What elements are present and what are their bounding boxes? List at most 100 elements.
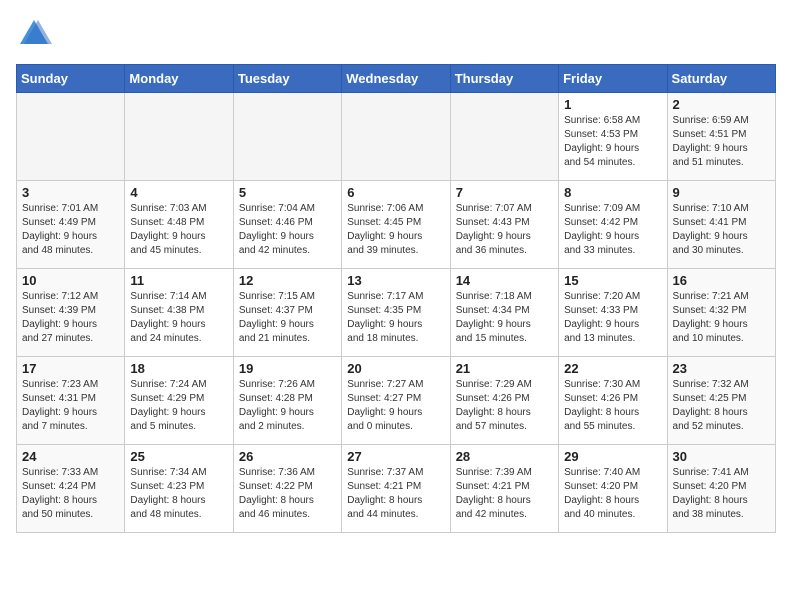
day-number: 12 — [239, 273, 336, 288]
calendar-cell: 22Sunrise: 7:30 AM Sunset: 4:26 PM Dayli… — [559, 357, 667, 445]
day-info: Sunrise: 7:15 AM Sunset: 4:37 PM Dayligh… — [239, 290, 336, 346]
day-info: Sunrise: 7:24 AM Sunset: 4:29 PM Dayligh… — [130, 378, 227, 434]
day-info: Sunrise: 7:18 AM Sunset: 4:34 PM Dayligh… — [456, 290, 553, 346]
day-info: Sunrise: 7:27 AM Sunset: 4:27 PM Dayligh… — [347, 378, 444, 434]
calendar-week-row: 24Sunrise: 7:33 AM Sunset: 4:24 PM Dayli… — [17, 445, 776, 533]
weekday-header-monday: Monday — [125, 65, 233, 93]
day-info: Sunrise: 7:04 AM Sunset: 4:46 PM Dayligh… — [239, 202, 336, 258]
day-info: Sunrise: 7:36 AM Sunset: 4:22 PM Dayligh… — [239, 466, 336, 522]
day-number: 16 — [673, 273, 770, 288]
day-number: 9 — [673, 185, 770, 200]
day-number: 17 — [22, 361, 119, 376]
calendar-cell: 15Sunrise: 7:20 AM Sunset: 4:33 PM Dayli… — [559, 269, 667, 357]
calendar-cell: 10 Sunrise: 7:12 AM Sunset: 4:39 PM Dayli… — [17, 269, 125, 357]
calendar-cell: 8 Sunrise: 7:09 AM Sunset: 4:42 PM Daylig… — [559, 181, 667, 269]
day-number: 29 — [564, 449, 661, 464]
calendar-cell: 9 Sunrise: 7:10 AM Sunset: 4:41 PM Daylig… — [667, 181, 775, 269]
day-number: 10 — [22, 273, 119, 288]
logo — [16, 16, 56, 52]
calendar-cell: 28 Sunrise: 7:39 AM Sunset: 4:21 PM Dayli… — [450, 445, 558, 533]
day-info: Sunrise: 7:01 AM Sunset: 4:49 PM Dayligh… — [22, 202, 119, 258]
calendar-cell: 4 Sunrise: 7:03 AM Sunset: 4:48 PM Daylig… — [125, 181, 233, 269]
weekday-header-thursday: Thursday — [450, 65, 558, 93]
calendar-cell: 2 Sunrise: 6:59 AM Sunset: 4:51 PM Daylig… — [667, 93, 775, 181]
day-number: 30 — [673, 449, 770, 464]
day-info: Sunrise: 7:07 AM Sunset: 4:43 PM Dayligh… — [456, 202, 553, 258]
day-info: Sunrise: 7:12 AM Sunset: 4:39 PM Dayligh… — [22, 290, 119, 346]
calendar-cell: 25 Sunrise: 7:34 AM Sunset: 4:23 PM Dayli… — [125, 445, 233, 533]
day-number: 4 — [130, 185, 227, 200]
calendar-header-row: SundayMondayTuesdayWednesdayThursdayFrid… — [17, 65, 776, 93]
day-info: Sunrise: 7:21 AM Sunset: 4:32 PM Dayligh… — [673, 290, 770, 346]
weekday-header-saturday: Saturday — [667, 65, 775, 93]
calendar-cell: 26 Sunrise: 7:36 AM Sunset: 4:22 PM Dayli… — [233, 445, 341, 533]
calendar-cell — [342, 93, 450, 181]
calendar-week-row: 1 Sunrise: 6:58 AM Sunset: 4:53 PM Daylig… — [17, 93, 776, 181]
day-info: Sunrise: 7:34 AM Sunset: 4:23 PM Dayligh… — [130, 466, 227, 522]
calendar-week-row: 3 Sunrise: 7:01 AM Sunset: 4:49 PM Daylig… — [17, 181, 776, 269]
day-info: Sunrise: 6:59 AM Sunset: 4:51 PM Dayligh… — [673, 114, 770, 170]
calendar-cell: 30 Sunrise: 7:41 AM Sunset: 4:20 PM Dayli… — [667, 445, 775, 533]
page-header — [16, 16, 776, 52]
calendar-cell: 19 Sunrise: 7:26 AM Sunset: 4:28 PM Dayli… — [233, 357, 341, 445]
day-info: Sunrise: 7:30 AM Sunset: 4:26 PM Dayligh… — [564, 378, 661, 434]
calendar-cell — [450, 93, 558, 181]
day-number: 19 — [239, 361, 336, 376]
calendar-cell: 3 Sunrise: 7:01 AM Sunset: 4:49 PM Daylig… — [17, 181, 125, 269]
day-info: Sunrise: 7:09 AM Sunset: 4:42 PM Dayligh… — [564, 202, 661, 258]
day-info: Sunrise: 7:06 AM Sunset: 4:45 PM Dayligh… — [347, 202, 444, 258]
calendar-table: SundayMondayTuesdayWednesdayThursdayFrid… — [16, 64, 776, 533]
calendar-cell: 29Sunrise: 7:40 AM Sunset: 4:20 PM Dayli… — [559, 445, 667, 533]
calendar-cell: 1 Sunrise: 6:58 AM Sunset: 4:53 PM Daylig… — [559, 93, 667, 181]
calendar-cell: 14Sunrise: 7:18 AM Sunset: 4:34 PM Dayli… — [450, 269, 558, 357]
day-info: Sunrise: 7:29 AM Sunset: 4:26 PM Dayligh… — [456, 378, 553, 434]
day-number: 26 — [239, 449, 336, 464]
day-info: Sunrise: 7:39 AM Sunset: 4:21 PM Dayligh… — [456, 466, 553, 522]
day-number: 24 — [22, 449, 119, 464]
calendar-cell: 17 Sunrise: 7:23 AM Sunset: 4:31 PM Dayli… — [17, 357, 125, 445]
day-info: Sunrise: 6:58 AM Sunset: 4:53 PM Dayligh… — [564, 114, 661, 170]
day-info: Sunrise: 7:41 AM Sunset: 4:20 PM Dayligh… — [673, 466, 770, 522]
calendar-cell: 18 Sunrise: 7:24 AM Sunset: 4:29 PM Dayli… — [125, 357, 233, 445]
calendar-cell: 6 Sunrise: 7:06 AM Sunset: 4:45 PM Daylig… — [342, 181, 450, 269]
day-info: Sunrise: 7:03 AM Sunset: 4:48 PM Dayligh… — [130, 202, 227, 258]
day-number: 2 — [673, 97, 770, 112]
weekday-header-sunday: Sunday — [17, 65, 125, 93]
day-number: 27 — [347, 449, 444, 464]
day-number: 13 — [347, 273, 444, 288]
calendar-cell: 23Sunrise: 7:32 AM Sunset: 4:25 PM Dayli… — [667, 357, 775, 445]
logo-icon — [16, 16, 52, 52]
day-info: Sunrise: 7:37 AM Sunset: 4:21 PM Dayligh… — [347, 466, 444, 522]
calendar-cell: 24Sunrise: 7:33 AM Sunset: 4:24 PM Dayli… — [17, 445, 125, 533]
day-number: 20 — [347, 361, 444, 376]
calendar-cell — [17, 93, 125, 181]
calendar-cell: 21 Sunrise: 7:29 AM Sunset: 4:26 PM Dayli… — [450, 357, 558, 445]
calendar-cell: 20 Sunrise: 7:27 AM Sunset: 4:27 PM Dayli… — [342, 357, 450, 445]
day-info: Sunrise: 7:23 AM Sunset: 4:31 PM Dayligh… — [22, 378, 119, 434]
calendar-cell: 5 Sunrise: 7:04 AM Sunset: 4:46 PM Daylig… — [233, 181, 341, 269]
day-number: 11 — [130, 273, 227, 288]
day-number: 18 — [130, 361, 227, 376]
day-info: Sunrise: 7:26 AM Sunset: 4:28 PM Dayligh… — [239, 378, 336, 434]
day-number: 1 — [564, 97, 661, 112]
day-number: 28 — [456, 449, 553, 464]
day-number: 25 — [130, 449, 227, 464]
weekday-header-wednesday: Wednesday — [342, 65, 450, 93]
calendar-cell — [125, 93, 233, 181]
calendar-cell: 7 Sunrise: 7:07 AM Sunset: 4:43 PM Daylig… — [450, 181, 558, 269]
calendar-cell: 13 Sunrise: 7:17 AM Sunset: 4:35 PM Dayli… — [342, 269, 450, 357]
calendar-cell: 27 Sunrise: 7:37 AM Sunset: 4:21 PM Dayli… — [342, 445, 450, 533]
day-number: 7 — [456, 185, 553, 200]
day-number: 3 — [22, 185, 119, 200]
day-number: 5 — [239, 185, 336, 200]
day-number: 6 — [347, 185, 444, 200]
day-info: Sunrise: 7:17 AM Sunset: 4:35 PM Dayligh… — [347, 290, 444, 346]
calendar-cell: 12 Sunrise: 7:15 AM Sunset: 4:37 PM Dayli… — [233, 269, 341, 357]
day-number: 23 — [673, 361, 770, 376]
weekday-header-friday: Friday — [559, 65, 667, 93]
day-info: Sunrise: 7:14 AM Sunset: 4:38 PM Dayligh… — [130, 290, 227, 346]
calendar-cell: 16 Sunrise: 7:21 AM Sunset: 4:32 PM Dayli… — [667, 269, 775, 357]
day-info: Sunrise: 7:10 AM Sunset: 4:41 PM Dayligh… — [673, 202, 770, 258]
day-number: 8 — [564, 185, 661, 200]
day-number: 21 — [456, 361, 553, 376]
